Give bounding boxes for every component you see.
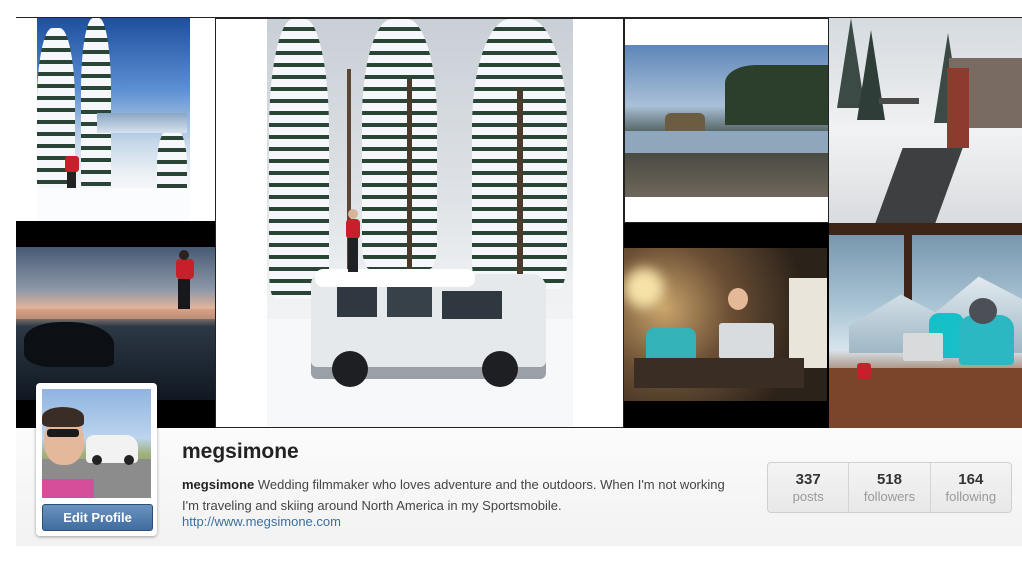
avatar-card: Edit Profile	[36, 383, 157, 536]
profile-username: megsimone	[182, 440, 299, 463]
profile-stats: 337 posts 518 followers 164 following	[767, 462, 1012, 513]
photo-mosaic	[16, 17, 1022, 428]
profile-bio: megsimone Wedding filmmaker who loves ad…	[182, 474, 742, 516]
avatar[interactable]	[42, 389, 151, 498]
bio-username: megsimone	[182, 477, 255, 492]
photo-tile-6[interactable]	[624, 223, 829, 428]
photo-coastal-rocks	[625, 45, 828, 197]
photo-snowy-van	[267, 19, 573, 427]
photo-van-interior	[624, 248, 827, 401]
stat-following-label: following	[945, 489, 997, 504]
stat-posts-count: 337	[795, 471, 821, 488]
bio-text: Wedding filmmaker who loves adventure an…	[182, 477, 725, 513]
photo-tile-7[interactable]	[829, 223, 1022, 428]
stat-following[interactable]: 164 following	[929, 463, 1011, 512]
photo-ski-lodge	[829, 18, 1022, 223]
stat-posts[interactable]: 337 posts	[768, 463, 848, 512]
photo-window-view	[829, 223, 1022, 428]
stat-posts-label: posts	[792, 489, 824, 504]
stat-followers-label: followers	[863, 489, 916, 504]
photo-tile-1[interactable]	[16, 18, 215, 221]
stat-following-count: 164	[958, 471, 984, 488]
photo-tile-2[interactable]	[215, 18, 624, 428]
profile-website-link[interactable]: http://www.megsimone.com	[182, 514, 341, 529]
photo-tile-3[interactable]	[624, 18, 829, 223]
photo-beach-sunset	[16, 247, 215, 400]
edit-profile-button[interactable]: Edit Profile	[42, 504, 153, 531]
stat-followers-count: 518	[876, 471, 902, 488]
stat-followers[interactable]: 518 followers	[848, 463, 929, 512]
photo-tile-4[interactable]	[829, 18, 1022, 223]
photo-skier-mountain	[37, 18, 190, 221]
